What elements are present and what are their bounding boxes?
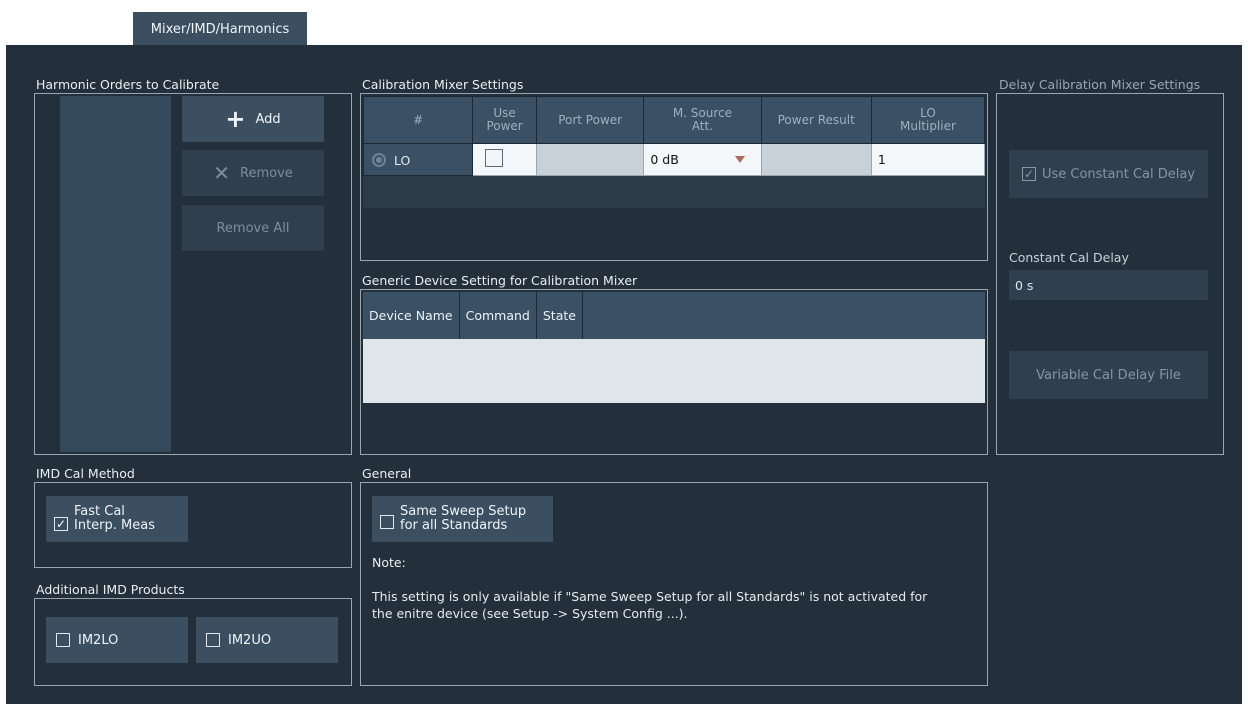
im2lo-label: IM2LO — [78, 632, 119, 648]
fast-cal-label-line2: Interp. Meas — [74, 518, 155, 533]
note-line2: the enitre device (see Setup -> System C… — [372, 606, 688, 621]
remove-label: Remove — [240, 165, 293, 181]
variable-cal-delay-file-button[interactable]: Variable Cal Delay File — [1009, 351, 1208, 399]
im2lo-checkbox — [56, 633, 70, 647]
fast-cal-interp-toggle[interactable]: ✓ Fast Cal Interp. Meas — [46, 496, 188, 542]
cal-mixer-title: Calibration Mixer Settings — [362, 77, 524, 92]
use-power-cell[interactable] — [472, 143, 537, 176]
constant-cal-delay-field[interactable]: 0 s — [1009, 270, 1208, 300]
same-sweep-setup-toggle[interactable]: Same Sweep Setup for all Standards — [372, 496, 553, 542]
additional-imd-title: Additional IMD Products — [36, 582, 185, 597]
col-lo-multiplier[interactable]: LO Multiplier — [870, 96, 986, 144]
fast-cal-label-line1: Fast Cal — [74, 504, 125, 519]
row-lo-label: LO — [394, 152, 411, 168]
note-text: This setting is only available if "Same … — [372, 588, 927, 622]
fast-cal-text: Fast Cal Interp. Meas — [74, 505, 155, 533]
same-sweep-label-line2: for all Standards — [400, 518, 508, 533]
cal-mixer-table: # Use Power Port Power M. Source Att. Po… — [362, 96, 986, 176]
add-label: Add — [255, 111, 281, 127]
generic-device-title: Generic Device Setting for Calibration M… — [362, 273, 638, 288]
same-sweep-checkbox — [380, 515, 394, 529]
remove-button[interactable]: ✕ Remove — [182, 150, 324, 196]
port-power-cell[interactable] — [535, 143, 645, 176]
harmonics-title: Harmonic Orders to Calibrate — [36, 77, 220, 92]
power-result-cell — [760, 143, 872, 176]
remove-all-button[interactable]: Remove All — [182, 205, 324, 251]
im2lo-toggle[interactable]: IM2LO — [46, 617, 188, 663]
col-power-result[interactable]: Power Result — [760, 96, 872, 144]
general-title: General — [362, 466, 412, 481]
same-sweep-text: Same Sweep Setup for all Standards — [400, 505, 526, 533]
use-constant-label: Use Constant Cal Delay — [1041, 166, 1196, 182]
col-source-att[interactable]: M. Source Att. — [643, 96, 762, 144]
col-command[interactable]: Command — [459, 292, 537, 339]
col-device-name[interactable]: Device Name — [363, 292, 460, 339]
use-constant-checkbox: ✓ — [1021, 167, 1036, 181]
note-line1: This setting is only available if "Same … — [372, 589, 928, 604]
use-power-checkbox[interactable] — [485, 149, 504, 167]
im2uo-checkbox — [206, 633, 220, 647]
same-sweep-label-line1: Same Sweep Setup — [400, 504, 527, 519]
delay-title: Delay Calibration Mixer Settings — [999, 77, 1201, 92]
constant-cal-delay-label: Constant Cal Delay — [1009, 250, 1129, 265]
source-att-value: 0 dB — [650, 152, 679, 167]
generic-device-rows[interactable] — [363, 339, 985, 403]
col-number[interactable]: # — [362, 96, 474, 144]
source-att-dropdown[interactable]: 0 dB — [643, 143, 762, 176]
harmonic-orders-list[interactable] — [60, 96, 171, 452]
tab-mixer-imd-harmonics[interactable]: Mixer/IMD/Harmonics — [133, 12, 307, 46]
use-constant-cal-delay-toggle[interactable]: ✓ Use Constant Cal Delay — [1009, 150, 1208, 198]
imd-method-title: IMD Cal Method — [36, 466, 135, 481]
row-lo-cell[interactable]: LO — [362, 143, 474, 176]
fast-cal-checkbox: ✓ — [54, 517, 68, 531]
col-port-power[interactable]: Port Power — [535, 96, 645, 144]
chevron-down-icon — [734, 156, 745, 163]
radio-icon — [372, 153, 386, 167]
note-label: Note: — [372, 555, 406, 570]
close-icon: ✕ — [213, 161, 230, 185]
add-button[interactable]: + Add — [182, 96, 324, 142]
im2uo-label: IM2UO — [228, 632, 272, 648]
plus-icon: + — [225, 105, 246, 133]
im2uo-toggle[interactable]: IM2UO — [196, 617, 338, 663]
generic-device-table: Device Name Command State — [363, 292, 583, 339]
col-state[interactable]: State — [536, 292, 583, 339]
lo-multiplier-cell[interactable]: 1 — [870, 143, 986, 176]
col-use-power[interactable]: Use Power — [472, 96, 537, 144]
table-row[interactable]: LO 0 dB 1 — [362, 143, 986, 176]
